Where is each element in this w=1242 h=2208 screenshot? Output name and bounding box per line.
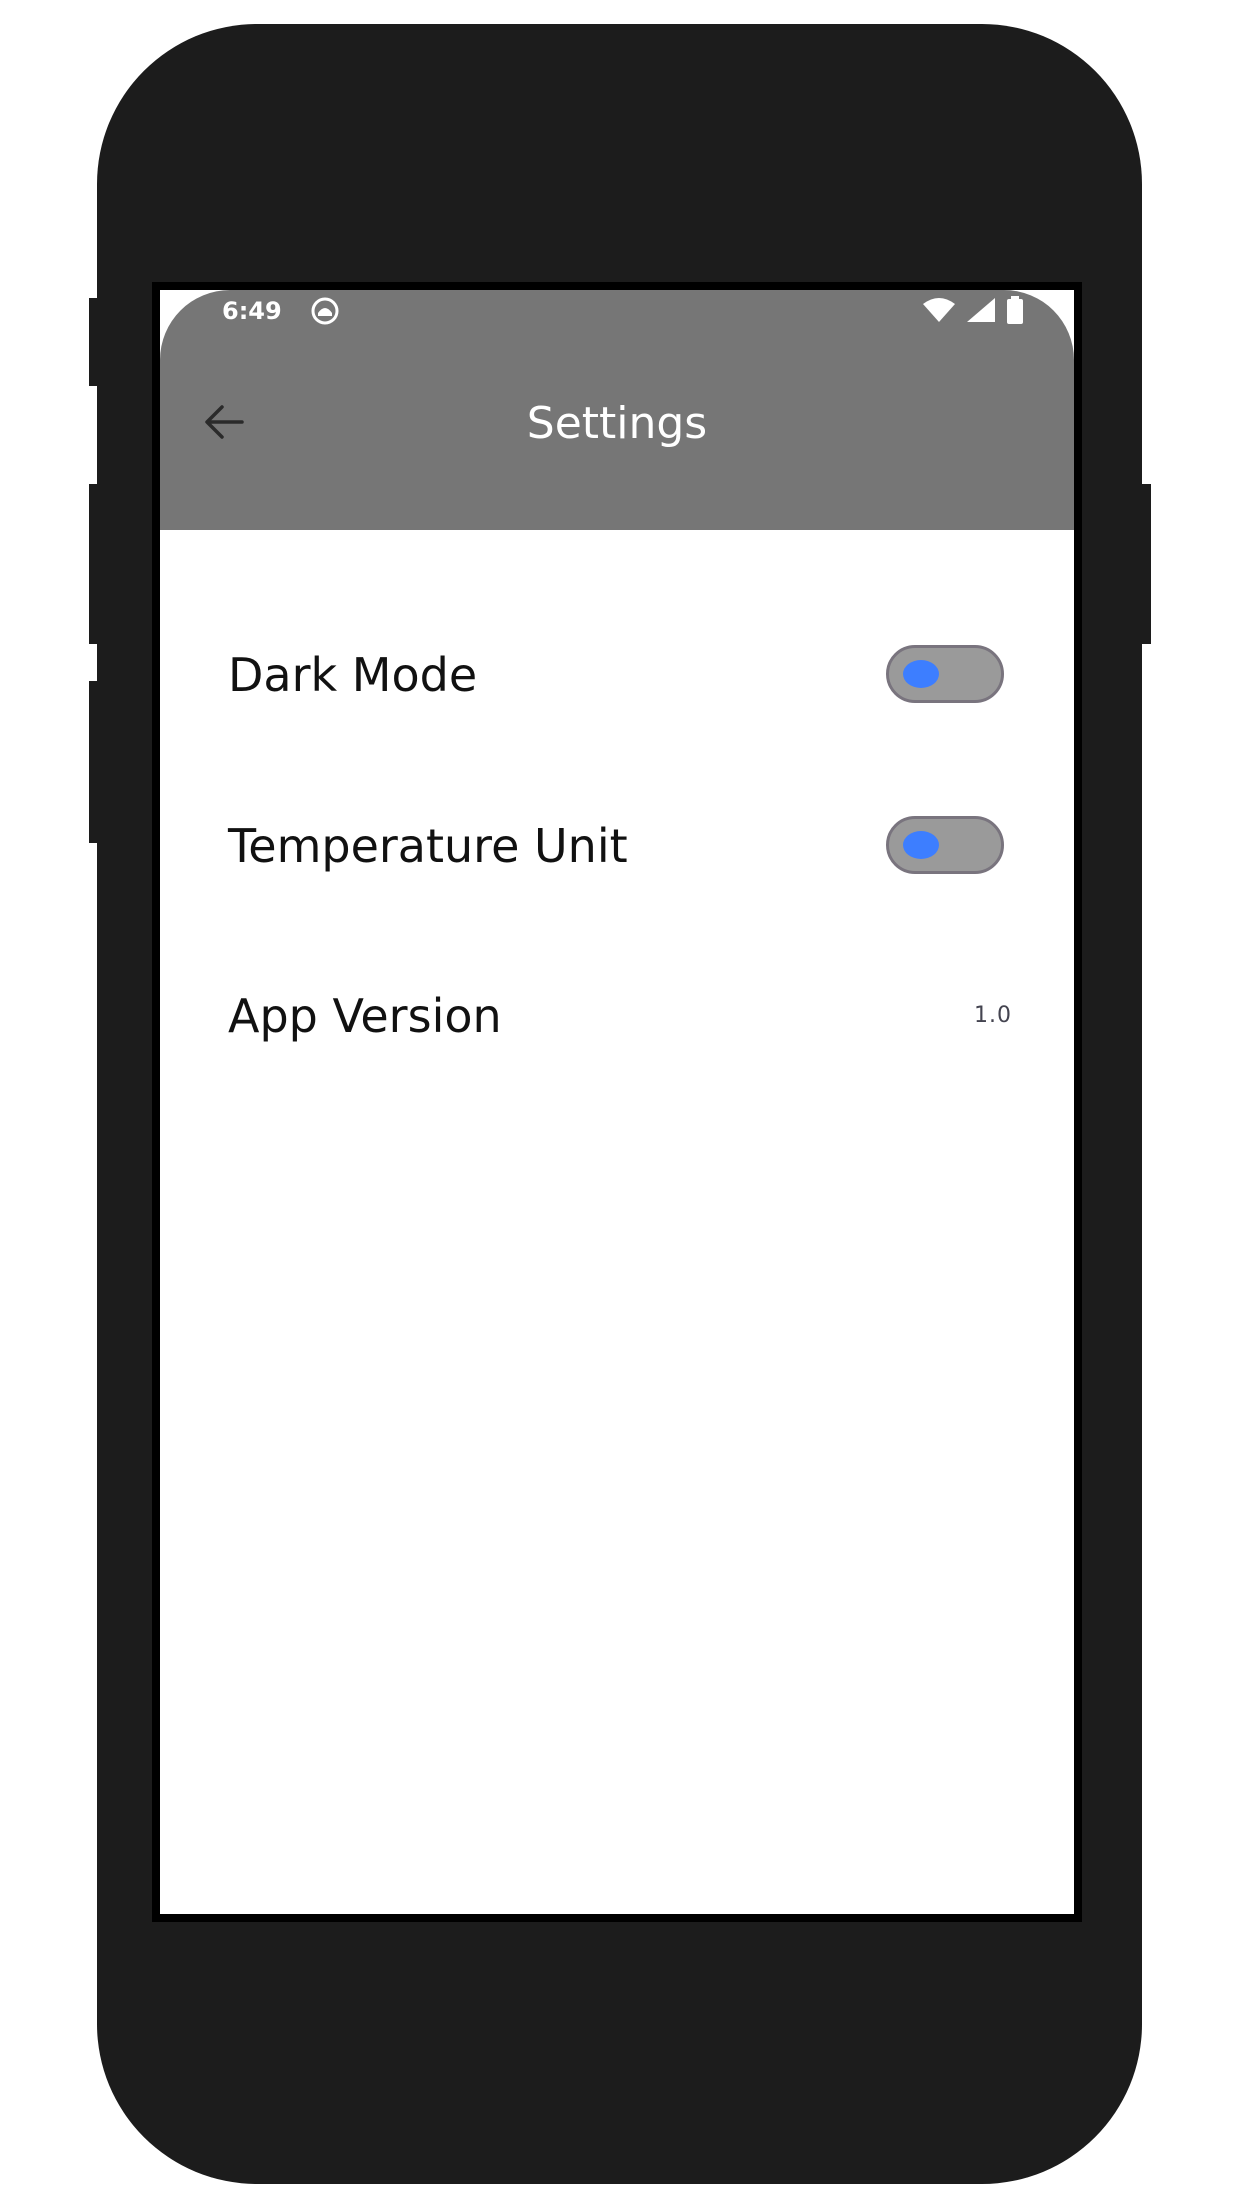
wifi-icon — [922, 297, 956, 323]
app-version-label: App Version — [228, 989, 502, 1043]
phone-power-button — [1137, 484, 1151, 644]
screen-bezel: 6:49 Settings Dark Mode Temperature Unit… — [152, 282, 1082, 1922]
cellular-signal-icon — [966, 297, 996, 323]
page-title: Settings — [526, 398, 708, 449]
app-screen: 6:49 Settings Dark Mode Temperature Unit… — [160, 290, 1074, 1914]
temperature-unit-label: Temperature Unit — [228, 819, 628, 873]
phone-volume-down-button — [89, 681, 103, 843]
dark-mode-label: Dark Mode — [228, 648, 478, 702]
setting-row-temperature-unit: Temperature Unit — [160, 786, 1074, 906]
setting-row-dark-mode: Dark Mode — [160, 615, 1074, 735]
setting-row-app-version: App Version 1.0 — [160, 956, 1074, 1076]
status-time: 6:49 — [222, 297, 282, 325]
battery-icon — [1006, 296, 1024, 324]
app-version-value: 1.0 — [974, 1003, 1012, 1028]
android-notification-icon — [310, 296, 340, 326]
status-icons — [922, 296, 1024, 324]
toggle-knob — [903, 831, 939, 859]
temperature-unit-toggle[interactable] — [886, 816, 1004, 874]
toggle-knob — [903, 660, 939, 688]
phone-side-button — [89, 298, 103, 386]
phone-volume-up-button — [89, 484, 103, 644]
dark-mode-toggle[interactable] — [886, 645, 1004, 703]
app-bar: 6:49 Settings — [160, 290, 1074, 530]
status-bar: 6:49 — [160, 290, 1074, 332]
